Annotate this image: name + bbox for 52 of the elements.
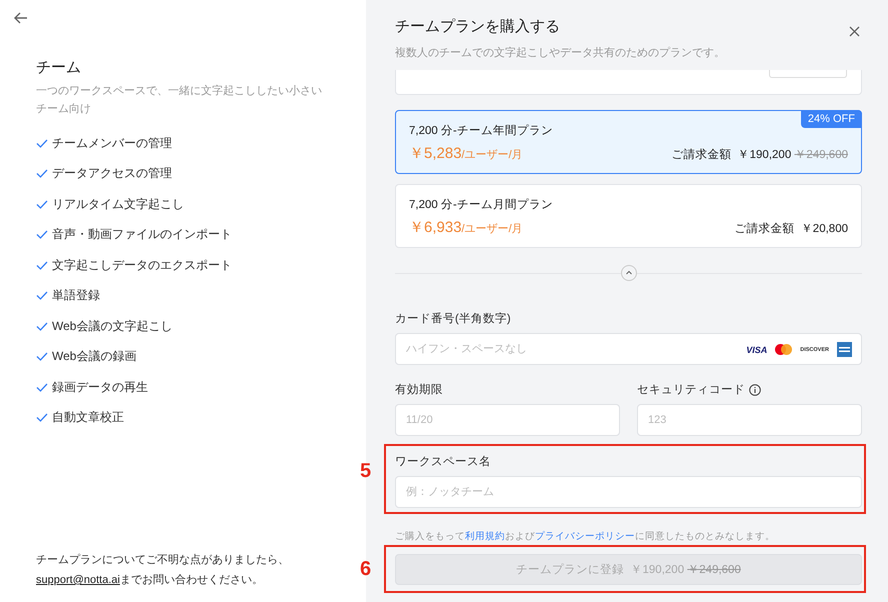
mastercard-logo-icon bbox=[775, 344, 792, 355]
terms-text: ご購入をもって利用規約およびプライバシーポリシー に同意したものとみなします。 bbox=[395, 530, 776, 543]
check-icon bbox=[36, 322, 48, 331]
amex-logo-icon bbox=[837, 342, 852, 357]
support-email-link[interactable]: support@notta.ai bbox=[36, 574, 120, 586]
check-icon bbox=[36, 200, 48, 209]
plan-card[interactable]: 24% OFF 7,200 分-チーム年間プラン ￥5,283/ユーザー/月 ご請求金額 ￥190,200 ￥249,600 bbox=[395, 110, 862, 174]
feature-label: 単語登録 bbox=[52, 287, 100, 304]
feature-label: 録画データの再生 bbox=[52, 378, 148, 396]
billing-amount: ご請求金額 ￥20,800 bbox=[734, 222, 848, 236]
dialog-title: チームプランを購入する bbox=[395, 17, 561, 36]
close-icon[interactable] bbox=[849, 26, 860, 37]
plan-title: チーム bbox=[36, 58, 82, 77]
back-arrow-icon[interactable] bbox=[14, 12, 28, 24]
feature-label: リアルタイム文字起こし bbox=[52, 196, 184, 213]
expiry-field[interactable]: 11/20 bbox=[395, 404, 620, 436]
check-icon bbox=[36, 413, 48, 422]
check-icon bbox=[36, 352, 48, 362]
billing-amount: ご請求金額 ￥190,200 ￥249,600 bbox=[671, 148, 848, 162]
plan-name: 7,200 分-チーム年間プラン bbox=[409, 123, 554, 138]
feature-label: 文字起こしデータのエクスポート bbox=[52, 256, 232, 274]
support-note: チームプランについてご不明な点がありましたら、 support@notta.ai までお問い合わせください。 bbox=[36, 552, 289, 588]
plan-name: 7,200 分-チーム月間プラン bbox=[409, 197, 554, 212]
plan-price: ￥5,283/ユーザー/月 bbox=[409, 144, 523, 163]
plan-description: 一つのワークスペースで、一緒に文字起こししたい小さいチーム向け bbox=[36, 84, 323, 117]
feature-label: チームメンバーの管理 bbox=[52, 134, 172, 152]
check-icon bbox=[36, 230, 48, 240]
feature-label: データアクセスの管理 bbox=[52, 165, 172, 182]
security-code-field[interactable]: 123 bbox=[637, 404, 862, 436]
discount-badge: 24% OFF bbox=[800, 110, 862, 128]
feature-label: 音声・動画ファイルのインポート bbox=[52, 226, 232, 244]
info-icon[interactable] bbox=[749, 384, 761, 396]
check-icon bbox=[36, 169, 48, 178]
plan-card[interactable]: 7,200 分-チーム月間プラン ￥6,933/ユーザー/月 ご請求金額 ￥20,800 bbox=[395, 184, 862, 248]
feature-label: 自動文章校正 bbox=[52, 409, 124, 426]
visa-logo: VISA bbox=[746, 344, 768, 354]
check-icon bbox=[36, 382, 48, 392]
expiry-label: 有効期限 bbox=[395, 382, 444, 397]
card-number-label: カード番号(半角数字) bbox=[395, 311, 512, 326]
feature-label: Web会議の録画 bbox=[52, 348, 136, 366]
collapse-chevron-icon[interactable] bbox=[620, 265, 636, 281]
check-icon bbox=[36, 138, 48, 148]
check-icon bbox=[36, 260, 48, 270]
feature-label: Web会議の文字起こし bbox=[52, 318, 172, 335]
dialog-subtitle: 複数人のチームでの文字起こしやデータ共有のためのプランです。 bbox=[395, 46, 725, 60]
annotation-number: 6 bbox=[360, 558, 372, 581]
workspace-name-label: ワークスペース名 bbox=[395, 454, 492, 469]
security-code-label: セキュリティコード bbox=[637, 383, 745, 397]
plan-price: ￥6,933/ユーザー/月 bbox=[409, 218, 523, 237]
annotation-number: 5 bbox=[360, 460, 372, 483]
check-icon bbox=[36, 291, 48, 300]
workspace-name-field[interactable]: 例：ノッタチーム bbox=[395, 476, 862, 508]
